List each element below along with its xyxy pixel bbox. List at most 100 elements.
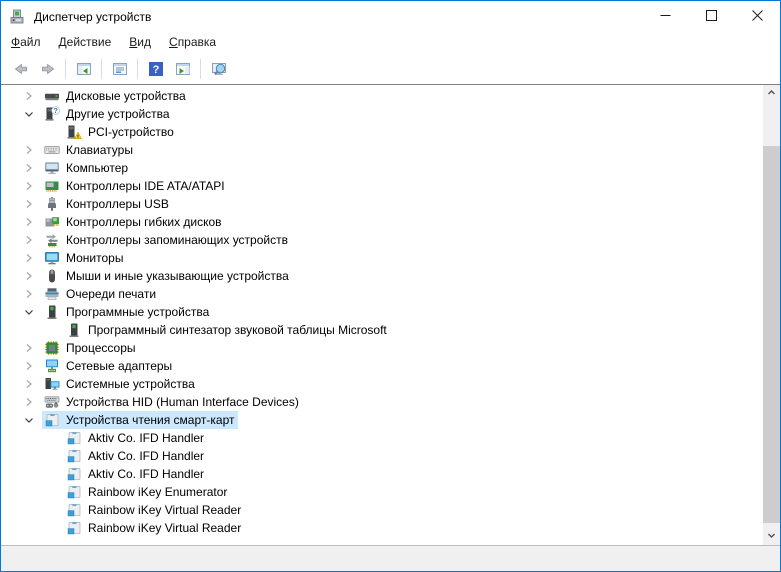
show-console-tree-button[interactable] (71, 56, 96, 81)
device-tree: Дисковые устройства?Другие устройстваPCI… (1, 84, 780, 546)
tree-item[interactable]: Контроллеры USB (1, 195, 780, 213)
tree-item[interactable]: Aktiv Co. IFD Handler (1, 465, 780, 483)
tree-item[interactable]: Программные устройства (1, 303, 780, 321)
tree-item[interactable]: ?Другие устройства (1, 105, 780, 123)
tree-item[interactable]: Процессоры (1, 339, 780, 357)
chevron-right-icon[interactable] (21, 250, 37, 266)
chevron-right-icon[interactable] (21, 394, 37, 410)
minimize-button[interactable] (642, 1, 688, 32)
scroll-down-button[interactable] (763, 528, 780, 545)
arrow-left-icon (13, 60, 29, 78)
tree-item[interactable]: Клавиатуры (1, 141, 780, 159)
action-pane-button[interactable] (170, 56, 195, 81)
scroll-up-button[interactable] (763, 85, 780, 102)
maximize-button[interactable] (688, 1, 734, 32)
tree-item-selected-content[interactable]: Устройства чтения смарт-карт (42, 411, 238, 429)
forward-button[interactable] (35, 56, 60, 81)
tree-item[interactable]: Aktiv Co. IFD Handler (1, 429, 780, 447)
titlebar[interactable]: Диспетчер устройств (1, 1, 780, 32)
tree-item-content[interactable]: Rainbow iKey Virtual Reader (64, 501, 245, 519)
chevron-spacer (43, 124, 59, 140)
menu-help[interactable]: Справка (160, 32, 225, 52)
tree-item[interactable]: Aktiv Co. IFD Handler (1, 447, 780, 465)
tree-item-label: Мониторы (66, 251, 123, 265)
tree-item-content[interactable]: Мониторы (42, 249, 127, 267)
keyboard-icon (44, 142, 60, 158)
tree-item-content[interactable]: Процессоры (42, 339, 140, 357)
tree-item-content[interactable]: Контроллеры запоминающих устройств (42, 231, 292, 249)
chevron-expanded-icon[interactable] (21, 412, 37, 428)
tree-item[interactable]: Мыши и иные указывающие устройства (1, 267, 780, 285)
tree-item[interactable]: Мониторы (1, 249, 780, 267)
chevron-right-icon[interactable] (21, 214, 37, 230)
chevron-right-icon[interactable] (21, 286, 37, 302)
tree-item-content[interactable]: ?Другие устройства (42, 105, 174, 123)
system-device-icon (44, 376, 60, 392)
help-button[interactable]: ? (143, 56, 168, 81)
tree-item[interactable]: Устройства HID (Human Interface Devices) (1, 393, 780, 411)
window-title: Диспетчер устройств (34, 10, 151, 24)
properties-button[interactable] (107, 56, 132, 81)
tree-item[interactable]: PCI-устройство (1, 123, 780, 141)
tree-item-content[interactable]: Мыши и иные указывающие устройства (42, 267, 293, 285)
chevron-right-icon[interactable] (21, 358, 37, 374)
tree-item-content[interactable]: Сетевые адаптеры (42, 357, 176, 375)
tree-item-content[interactable]: Очереди печати (42, 285, 160, 303)
tree-item[interactable]: Контроллеры запоминающих устройств (1, 231, 780, 249)
toolbar-separator (101, 59, 102, 79)
chevron-right-icon[interactable] (21, 142, 37, 158)
tree-item-content[interactable]: Устройства HID (Human Interface Devices) (42, 393, 303, 411)
menu-action[interactable]: Действие (50, 32, 121, 52)
chevron-spacer (43, 466, 59, 482)
vertical-scrollbar[interactable] (763, 85, 780, 545)
chevron-right-icon[interactable] (21, 196, 37, 212)
chevron-right-icon[interactable] (21, 268, 37, 284)
tree-item-content[interactable]: Aktiv Co. IFD Handler (64, 447, 208, 465)
tree-item[interactable]: Компьютер (1, 159, 780, 177)
scan-hardware-button[interactable] (206, 56, 231, 81)
tree-item-label: Устройства чтения смарт-карт (66, 413, 234, 427)
chevron-expanded-icon[interactable] (21, 304, 37, 320)
tree-item[interactable]: Rainbow iKey Enumerator (1, 483, 780, 501)
tree-item-content[interactable]: Rainbow iKey Enumerator (64, 483, 231, 501)
close-button[interactable] (734, 1, 780, 32)
tree-item[interactable]: Rainbow iKey Virtual Reader (1, 501, 780, 519)
tree-item[interactable]: Системные устройства (1, 375, 780, 393)
chevron-right-icon[interactable] (21, 88, 37, 104)
tree-item-content[interactable]: Дисковые устройства (42, 87, 190, 105)
svg-text:?: ? (152, 64, 159, 76)
tree-item-content[interactable]: Контроллеры гибких дисков (42, 213, 226, 231)
tree-item-content[interactable]: Программный синтезатор звуковой таблицы … (64, 321, 391, 339)
tree-item[interactable]: Контроллеры гибких дисков (1, 213, 780, 231)
menu-file[interactable]: Файл (2, 32, 50, 52)
chevron-right-icon[interactable] (21, 340, 37, 356)
chevron-right-icon[interactable] (21, 160, 37, 176)
scrollbar-thumb[interactable] (763, 146, 780, 523)
chevron-right-icon[interactable] (21, 232, 37, 248)
tree-item-content[interactable]: Aktiv Co. IFD Handler (64, 465, 208, 483)
chevron-right-icon[interactable] (21, 376, 37, 392)
back-button[interactable] (8, 56, 33, 81)
chevron-right-icon[interactable] (21, 178, 37, 194)
tree-item-content[interactable]: Rainbow iKey Virtual Reader (64, 519, 245, 537)
tree-item-content[interactable]: Программные устройства (42, 303, 213, 321)
tree-item[interactable]: Rainbow iKey Virtual Reader (1, 519, 780, 537)
chevron-spacer (43, 484, 59, 500)
pci-warning-icon (66, 124, 82, 140)
tree-item-content[interactable]: PCI-устройство (64, 123, 178, 141)
menu-view[interactable]: Вид (120, 32, 160, 52)
tree-item[interactable]: Очереди печати (1, 285, 780, 303)
tree-item[interactable]: Контроллеры IDE ATA/ATAPI (1, 177, 780, 195)
tree-item-content[interactable]: Компьютер (42, 159, 132, 177)
tree-item-content[interactable]: Клавиатуры (42, 141, 137, 159)
tree-item-content[interactable]: Контроллеры USB (42, 195, 173, 213)
tree-item[interactable]: Сетевые адаптеры (1, 357, 780, 375)
tree-item[interactable]: Программный синтезатор звуковой таблицы … (1, 321, 780, 339)
tree-item[interactable]: Дисковые устройства (1, 87, 780, 105)
tree-item-content[interactable]: Системные устройства (42, 375, 199, 393)
tree-item-label: Очереди печати (66, 287, 156, 301)
tree-item-content[interactable]: Контроллеры IDE ATA/ATAPI (42, 177, 229, 195)
tree-item-content[interactable]: Aktiv Co. IFD Handler (64, 429, 208, 447)
tree-item[interactable]: Устройства чтения смарт-карт (1, 411, 780, 429)
chevron-expanded-icon[interactable] (21, 106, 37, 122)
